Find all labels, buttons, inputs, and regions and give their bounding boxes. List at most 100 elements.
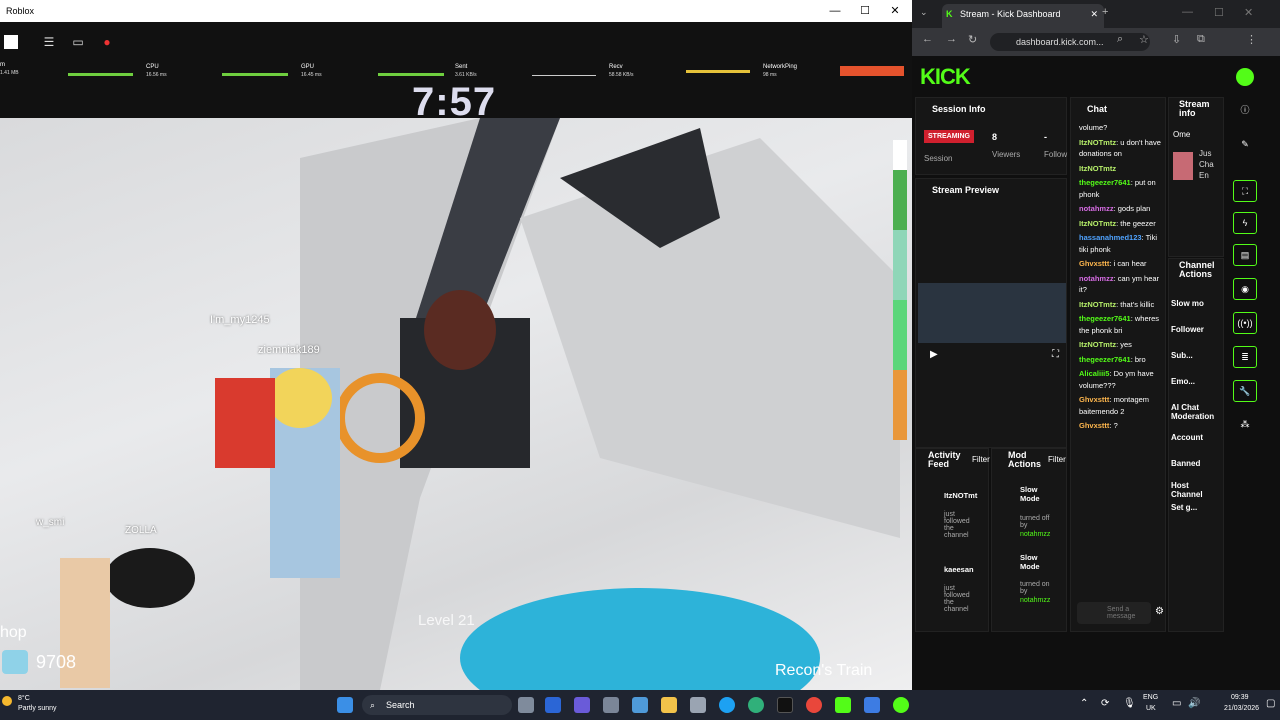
word-icon[interactable] bbox=[545, 697, 561, 713]
start-icon[interactable] bbox=[337, 697, 353, 713]
roblox-logo-icon[interactable] bbox=[4, 35, 18, 49]
tab-list-icon[interactable]: ⌄ bbox=[920, 7, 928, 18]
app-icon[interactable] bbox=[690, 697, 706, 713]
new-tab-icon[interactable]: + bbox=[1102, 6, 1108, 18]
clock-time[interactable]: 09:39 bbox=[1231, 694, 1249, 701]
close-tab-icon[interactable]: ✕ bbox=[1090, 4, 1098, 24]
close-button[interactable]: ✕ bbox=[880, 0, 910, 22]
extensions-icon[interactable]: ⧉ bbox=[1197, 33, 1205, 46]
download-icon[interactable]: ⇩ bbox=[1172, 33, 1181, 46]
avatar[interactable] bbox=[1236, 68, 1254, 86]
channel-action-item[interactable]: AI Chat Moderation bbox=[1171, 403, 1221, 421]
chat-username[interactable]: notahmzz bbox=[1079, 204, 1114, 213]
clock-date[interactable]: 21/03/2026 bbox=[1224, 705, 1259, 712]
chat-username[interactable]: Ghvxsttt bbox=[1079, 395, 1109, 404]
mic-icon[interactable]: 🎙 bbox=[1123, 698, 1136, 709]
settings-icon[interactable]: ⚙ bbox=[1155, 606, 1164, 617]
fullscreen-icon[interactable]: ⛶ bbox=[1052, 349, 1059, 360]
chat-icon[interactable]: ▭ bbox=[69, 34, 87, 50]
roblox-window[interactable]: Roblox — ☐ ✕ ☰ ▭ ● m 1.41 MB CPU 16.56 ms … bbox=[0, 0, 912, 690]
chrome-icon[interactable] bbox=[806, 697, 822, 713]
chat-username[interactable]: ItzNOTmtz bbox=[1079, 138, 1116, 147]
back-icon[interactable]: ← bbox=[922, 33, 933, 45]
minimize-button[interactable]: — bbox=[820, 0, 850, 22]
channel-action-item[interactable]: Set g... bbox=[1171, 503, 1221, 512]
chat-bubble-icon[interactable]: ◉ bbox=[1233, 278, 1257, 300]
spotify-icon[interactable] bbox=[893, 697, 909, 713]
edit-icon[interactable]: ✎ bbox=[1233, 134, 1257, 156]
channel-action-item[interactable]: Slow mo bbox=[1171, 299, 1221, 308]
chat-username[interactable]: thegeezer7641 bbox=[1079, 355, 1131, 364]
chat-username[interactable]: thegeezer7641 bbox=[1079, 178, 1131, 187]
weather-desc[interactable]: Partly sunny bbox=[18, 705, 57, 712]
region-label[interactable]: UK bbox=[1146, 705, 1156, 712]
reload-icon[interactable]: ↻ bbox=[968, 33, 977, 46]
kick-logo[interactable]: KICK bbox=[920, 64, 971, 90]
chat-input[interactable]: Send a message bbox=[1077, 602, 1151, 624]
kick-icon[interactable] bbox=[835, 697, 851, 713]
notification-icon[interactable]: ▢ bbox=[1266, 698, 1275, 709]
chat-username[interactable]: notahmzz bbox=[1079, 274, 1114, 283]
roblox-taskbar-icon[interactable] bbox=[864, 697, 880, 713]
channel-action-item[interactable]: Banned bbox=[1171, 459, 1221, 468]
chat-username[interactable]: ItzNOTmtz bbox=[1079, 300, 1116, 309]
browser-window[interactable]: ⌄ K Stream - Kick Dashboard ✕ + — ☐ ✕ ← → … bbox=[912, 0, 1280, 690]
preview-video[interactable] bbox=[918, 283, 1066, 343]
tray-chevron-icon[interactable]: ⌃ bbox=[1080, 698, 1088, 709]
info-icon[interactable]: ⓘ bbox=[1233, 100, 1257, 122]
share-icon[interactable]: ⁂ bbox=[1233, 414, 1257, 436]
close-window-icon[interactable]: ✕ bbox=[1244, 6, 1253, 19]
snip-icon[interactable] bbox=[603, 697, 619, 713]
lang-label[interactable]: ENG bbox=[1143, 694, 1158, 701]
wrench-icon[interactable]: 🔧 bbox=[1233, 380, 1257, 402]
shop-button[interactable]: hop bbox=[0, 624, 27, 642]
url-input[interactable]: dashboard.kick.com... bbox=[990, 33, 1150, 51]
minimize-icon[interactable]: — bbox=[1182, 6, 1193, 18]
bolt-icon[interactable]: ϟ bbox=[1233, 212, 1257, 234]
teams-icon[interactable] bbox=[574, 697, 590, 713]
skype-icon[interactable] bbox=[719, 697, 735, 713]
chat-username[interactable]: Ghvxsttt bbox=[1079, 421, 1109, 430]
filter-button[interactable]: Filter bbox=[972, 455, 990, 464]
chat-username[interactable]: hassanahmed123 bbox=[1079, 233, 1142, 242]
maximize-button[interactable]: ☐ bbox=[850, 0, 880, 22]
taskbar-search[interactable]: ⌕ Search bbox=[362, 695, 512, 715]
mic-off-icon[interactable]: ● bbox=[98, 34, 116, 50]
tiktok-icon[interactable] bbox=[777, 697, 793, 713]
chat-username[interactable]: Alicaliii5 bbox=[1079, 369, 1109, 378]
channel-action-item[interactable]: Account bbox=[1171, 433, 1221, 442]
chat-username[interactable]: Ghvxsttt bbox=[1079, 259, 1109, 268]
edge-icon[interactable] bbox=[748, 697, 764, 713]
weather-temp[interactable]: 8°C bbox=[18, 695, 30, 702]
expand-icon[interactable]: ⛶ bbox=[1233, 180, 1257, 202]
more-icon[interactable]: ⋮ bbox=[1246, 33, 1257, 46]
chat-username[interactable]: ItzNOTmtz bbox=[1079, 219, 1116, 228]
tab-kick-dashboard[interactable]: K Stream - Kick Dashboard ✕ bbox=[942, 4, 1104, 28]
maximize-icon[interactable]: ☐ bbox=[1214, 6, 1224, 19]
status-badge: STREAMING bbox=[924, 130, 974, 143]
volume-icon[interactable]: 🔊 bbox=[1188, 698, 1200, 709]
channel-action-item[interactable]: Emo... bbox=[1171, 377, 1221, 386]
play-icon[interactable]: ▶ bbox=[930, 349, 938, 360]
chat-username[interactable]: thegeezer7641 bbox=[1079, 314, 1131, 323]
sync-icon[interactable]: ⟳ bbox=[1101, 698, 1109, 709]
channel-action-item[interactable]: Sub... bbox=[1171, 351, 1221, 360]
menu-icon[interactable]: ☰ bbox=[40, 34, 58, 50]
channel-action-item[interactable]: Follower bbox=[1171, 325, 1221, 334]
zoom-icon[interactable]: ⌕ bbox=[1117, 33, 1123, 46]
store-icon[interactable] bbox=[632, 697, 648, 713]
folder-icon[interactable] bbox=[661, 697, 677, 713]
broadcast-icon[interactable]: ((•)) bbox=[1233, 312, 1257, 334]
channel-action-item[interactable]: Host Channel bbox=[1171, 481, 1221, 499]
kick-favicon-icon: K bbox=[946, 9, 953, 19]
forward-icon[interactable]: → bbox=[946, 33, 957, 45]
game-viewport[interactable] bbox=[0, 118, 912, 690]
chat-username[interactable]: ItzNOTmtz bbox=[1079, 340, 1116, 349]
network-icon[interactable]: ▭ bbox=[1172, 698, 1181, 709]
list-icon[interactable]: ≣ bbox=[1233, 346, 1257, 368]
chat-username[interactable]: ItzNOTmtz bbox=[1079, 164, 1116, 173]
note-icon[interactable]: ▤ bbox=[1233, 244, 1257, 266]
taskview-icon[interactable] bbox=[518, 697, 534, 713]
bookmark-icon[interactable]: ☆ bbox=[1139, 33, 1149, 46]
filter-button[interactable]: Filter bbox=[1048, 455, 1066, 464]
